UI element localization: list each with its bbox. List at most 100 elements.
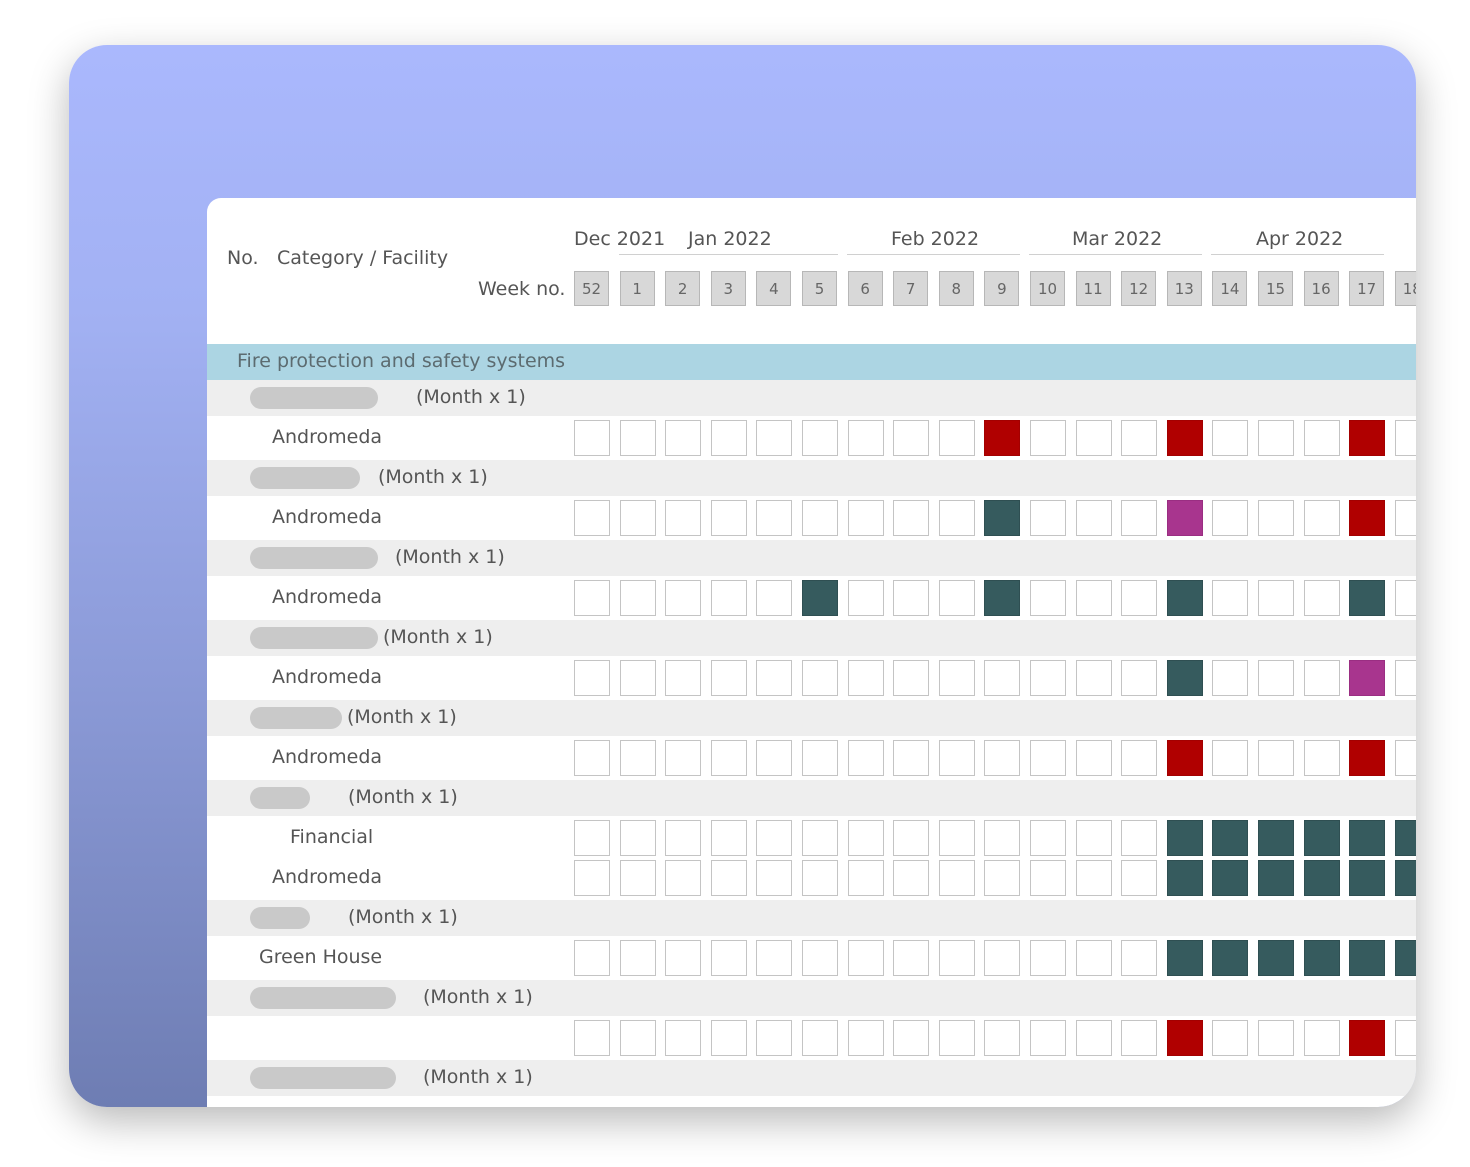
schedule-cell[interactable] bbox=[1303, 500, 1340, 536]
schedule-cell[interactable] bbox=[1394, 820, 1416, 856]
section-header[interactable]: Fire protection and safety systems bbox=[207, 344, 1416, 380]
schedule-cell[interactable] bbox=[1394, 1020, 1416, 1056]
schedule-cell[interactable] bbox=[938, 660, 975, 696]
schedule-cell[interactable] bbox=[574, 420, 610, 456]
schedule-cell[interactable] bbox=[1212, 820, 1249, 856]
schedule-cell[interactable] bbox=[1303, 740, 1340, 776]
schedule-cell[interactable] bbox=[756, 1020, 793, 1056]
schedule-cell[interactable] bbox=[619, 1020, 656, 1056]
schedule-cell[interactable] bbox=[847, 420, 884, 456]
schedule-cell[interactable] bbox=[574, 860, 610, 896]
schedule-cell[interactable] bbox=[984, 660, 1021, 696]
schedule-cell[interactable] bbox=[802, 500, 838, 536]
schedule-cell[interactable] bbox=[893, 860, 930, 896]
schedule-cell[interactable] bbox=[802, 580, 838, 616]
schedule-cell[interactable] bbox=[756, 940, 793, 976]
schedule-cell[interactable] bbox=[619, 860, 656, 896]
schedule-cell[interactable] bbox=[1030, 940, 1066, 976]
schedule-cell[interactable] bbox=[1121, 660, 1158, 696]
schedule-cell[interactable] bbox=[802, 660, 838, 696]
schedule-cell[interactable] bbox=[574, 500, 610, 536]
schedule-cell[interactable] bbox=[1258, 860, 1294, 896]
schedule-cell[interactable] bbox=[1121, 500, 1158, 536]
schedule-cell[interactable] bbox=[1303, 660, 1340, 696]
schedule-cell[interactable] bbox=[710, 820, 747, 856]
schedule-cell[interactable] bbox=[1075, 580, 1112, 616]
schedule-cell[interactable] bbox=[847, 660, 884, 696]
schedule-cell[interactable] bbox=[1258, 740, 1294, 776]
schedule-cell[interactable] bbox=[1075, 860, 1112, 896]
schedule-cell[interactable] bbox=[1349, 1020, 1386, 1056]
schedule-cell[interactable] bbox=[1121, 580, 1158, 616]
schedule-cell[interactable] bbox=[1303, 860, 1340, 896]
schedule-cell[interactable] bbox=[1212, 940, 1249, 976]
schedule-cell[interactable] bbox=[1030, 820, 1066, 856]
schedule-cell[interactable] bbox=[984, 820, 1021, 856]
schedule-cell[interactable] bbox=[938, 820, 975, 856]
schedule-cell[interactable] bbox=[1030, 660, 1066, 696]
schedule-cell[interactable] bbox=[1349, 940, 1386, 976]
schedule-cell[interactable] bbox=[938, 420, 975, 456]
schedule-cell[interactable] bbox=[1030, 580, 1066, 616]
schedule-cell[interactable] bbox=[1258, 660, 1294, 696]
schedule-cell[interactable] bbox=[1349, 420, 1386, 456]
schedule-cell[interactable] bbox=[710, 500, 747, 536]
schedule-cell[interactable] bbox=[756, 580, 793, 616]
schedule-cell[interactable] bbox=[1166, 500, 1203, 536]
schedule-cell[interactable] bbox=[893, 740, 930, 776]
schedule-cell[interactable] bbox=[1349, 740, 1386, 776]
schedule-cell[interactable] bbox=[1030, 740, 1066, 776]
schedule-cell[interactable] bbox=[893, 820, 930, 856]
schedule-cell[interactable] bbox=[756, 820, 793, 856]
schedule-cell[interactable] bbox=[756, 420, 793, 456]
schedule-cell[interactable] bbox=[893, 940, 930, 976]
schedule-cell[interactable] bbox=[1258, 940, 1294, 976]
schedule-cell[interactable] bbox=[847, 820, 884, 856]
schedule-cell[interactable] bbox=[802, 940, 838, 976]
schedule-cell[interactable] bbox=[1303, 420, 1340, 456]
schedule-cell[interactable] bbox=[710, 860, 747, 896]
schedule-cell[interactable] bbox=[1166, 1020, 1203, 1056]
schedule-cell[interactable] bbox=[1303, 820, 1340, 856]
schedule-cell[interactable] bbox=[619, 580, 656, 616]
schedule-cell[interactable] bbox=[984, 740, 1021, 776]
schedule-cell[interactable] bbox=[1212, 660, 1249, 696]
schedule-cell[interactable] bbox=[710, 580, 747, 616]
schedule-cell[interactable] bbox=[1075, 740, 1112, 776]
schedule-cell[interactable] bbox=[1212, 740, 1249, 776]
schedule-cell[interactable] bbox=[1349, 820, 1386, 856]
schedule-cell[interactable] bbox=[756, 500, 793, 536]
schedule-cell[interactable] bbox=[1030, 1020, 1066, 1056]
schedule-cell[interactable] bbox=[984, 860, 1021, 896]
schedule-cell[interactable] bbox=[665, 420, 702, 456]
schedule-cell[interactable] bbox=[756, 660, 793, 696]
schedule-cell[interactable] bbox=[1303, 1020, 1340, 1056]
schedule-cell[interactable] bbox=[1394, 580, 1416, 616]
schedule-cell[interactable] bbox=[619, 500, 656, 536]
schedule-cell[interactable] bbox=[1349, 500, 1386, 536]
schedule-cell[interactable] bbox=[1394, 740, 1416, 776]
schedule-cell[interactable] bbox=[665, 940, 702, 976]
schedule-cell[interactable] bbox=[1349, 860, 1386, 896]
schedule-cell[interactable] bbox=[802, 860, 838, 896]
schedule-cell[interactable] bbox=[1030, 860, 1066, 896]
schedule-cell[interactable] bbox=[619, 660, 656, 696]
schedule-cell[interactable] bbox=[1121, 740, 1158, 776]
schedule-cell[interactable] bbox=[1121, 860, 1158, 896]
schedule-cell[interactable] bbox=[1121, 420, 1158, 456]
schedule-cell[interactable] bbox=[1258, 1020, 1294, 1056]
schedule-cell[interactable] bbox=[1349, 660, 1386, 696]
schedule-cell[interactable] bbox=[984, 580, 1021, 616]
schedule-cell[interactable] bbox=[710, 420, 747, 456]
schedule-cell[interactable] bbox=[938, 860, 975, 896]
schedule-cell[interactable] bbox=[574, 940, 610, 976]
schedule-cell[interactable] bbox=[1075, 940, 1112, 976]
schedule-cell[interactable] bbox=[938, 580, 975, 616]
schedule-cell[interactable] bbox=[710, 1020, 747, 1056]
schedule-cell[interactable] bbox=[1303, 940, 1340, 976]
schedule-cell[interactable] bbox=[1212, 420, 1249, 456]
schedule-cell[interactable] bbox=[984, 420, 1021, 456]
schedule-cell[interactable] bbox=[574, 580, 610, 616]
schedule-cell[interactable] bbox=[1166, 660, 1203, 696]
schedule-cell[interactable] bbox=[1394, 940, 1416, 976]
